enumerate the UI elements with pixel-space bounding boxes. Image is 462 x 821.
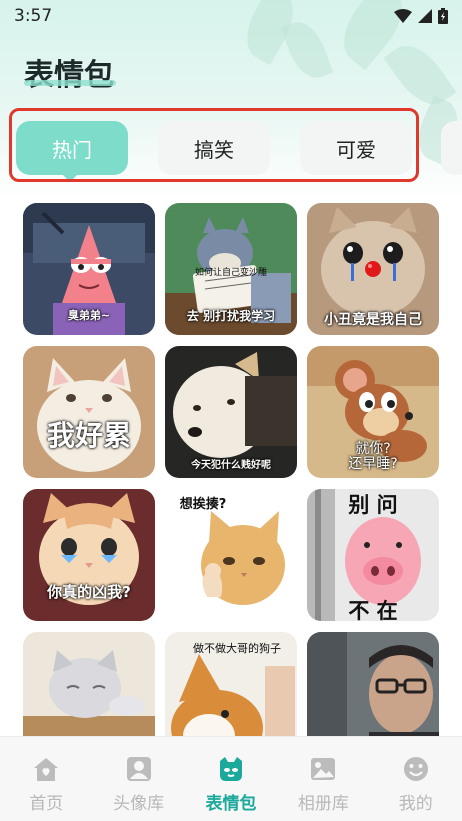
tabs-highlight-box bbox=[9, 108, 419, 182]
man-glasses-image bbox=[307, 632, 439, 736]
meme-caption: 小丑竟是我自己 bbox=[324, 312, 422, 328]
nav-mine[interactable]: 我的 bbox=[376, 755, 456, 814]
nav-label: 我的 bbox=[398, 794, 433, 814]
nav-album-library[interactable]: 相册库 bbox=[283, 755, 363, 814]
home-icon bbox=[34, 758, 59, 781]
page-title: 表情包 bbox=[24, 58, 114, 93]
avatar-icon bbox=[126, 757, 151, 781]
smiley-icon bbox=[403, 757, 428, 781]
meme-sub-caption: 如何让自己变沙雕 bbox=[194, 268, 267, 278]
album-icon bbox=[311, 758, 336, 780]
status-time: 3:57 bbox=[14, 6, 53, 26]
meme-tile-crying-cat[interactable]: 小丑竟是我自己 bbox=[307, 203, 439, 335]
white-kitten-image bbox=[23, 346, 155, 478]
meme-tile-tom[interactable]: 如何让自己变沙雕 去 别打扰我学习 bbox=[165, 203, 297, 335]
meme-tile-sleepy-cat[interactable] bbox=[23, 632, 155, 736]
meme-tile-white-dog[interactable]: 今天犯什么贱好呢 bbox=[165, 346, 297, 478]
meme-tile-corgi[interactable]: 做不做大哥的狗子 bbox=[165, 632, 297, 736]
meme-caption-bottom: 不 在 bbox=[348, 599, 398, 621]
status-bar: 3:57 bbox=[0, 0, 462, 32]
meme-caption: 我好累 bbox=[46, 419, 131, 452]
nav-emoji-pack[interactable]: 表情包 bbox=[191, 755, 271, 814]
meme-tile-teary-cat[interactable]: 你真的凶我? bbox=[23, 489, 155, 621]
nav-label: 表情包 bbox=[205, 794, 257, 814]
emoji-pack-icon bbox=[219, 757, 242, 781]
sleepy-cat-image bbox=[23, 632, 155, 736]
nav-avatar-library[interactable]: 头像库 bbox=[99, 755, 179, 814]
meme-caption: 别 问 bbox=[348, 493, 398, 517]
nav-label: 首页 bbox=[29, 794, 64, 814]
nav-label: 相册库 bbox=[297, 794, 349, 814]
meme-tile-jerry[interactable]: 就你? 还早睡? bbox=[307, 346, 439, 478]
tab-more[interactable] bbox=[441, 121, 462, 175]
meme-tile-patrick[interactable]: 臭弟弟~ bbox=[23, 203, 155, 335]
bottom-nav: 首页 头像库 表情包 相册库 我的 bbox=[0, 736, 462, 821]
meme-grid: 臭弟弟~ 如何让自己变沙雕 去 别打扰我学习 小丑竟是我自己 我好累 今天犯什么… bbox=[23, 203, 439, 736]
nav-label: 头像库 bbox=[113, 794, 165, 814]
title-underline bbox=[24, 80, 116, 86]
signal-icon bbox=[418, 9, 432, 23]
meme-tile-pig[interactable]: 别 问 不 在 bbox=[307, 489, 439, 621]
meme-caption: 想挨揍? bbox=[179, 497, 227, 512]
meme-caption: 去 别打扰我学习 bbox=[186, 309, 276, 323]
meme-caption: 你真的凶我? bbox=[47, 583, 131, 601]
meme-tile-white-kitten[interactable]: 我好累 bbox=[23, 346, 155, 478]
meme-caption: 就你? 还早睡? bbox=[348, 441, 398, 472]
battery-icon bbox=[438, 8, 448, 24]
nav-home[interactable]: 首页 bbox=[6, 755, 86, 814]
meme-tile-cat-flex[interactable]: 想挨揍? bbox=[165, 489, 297, 621]
meme-tile-man-glasses[interactable] bbox=[307, 632, 439, 736]
meme-caption: 今天犯什么贱好呢 bbox=[191, 460, 271, 471]
wifi-icon bbox=[394, 9, 412, 23]
meme-caption: 做不做大哥的狗子 bbox=[193, 642, 281, 655]
meme-caption: 臭弟弟~ bbox=[67, 309, 111, 322]
